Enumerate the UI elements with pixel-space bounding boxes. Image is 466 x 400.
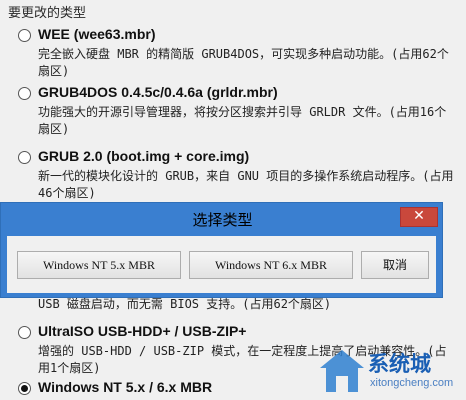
close-icon: ✕ (413, 208, 425, 224)
select-type-dialog: 选择类型 ✕ Windows NT 5.x MBR Windows NT 6.x… (0, 202, 443, 298)
nt6-mbr-button[interactable]: Windows NT 6.x MBR (189, 251, 353, 279)
option-title: WEE (wee63.mbr) (38, 26, 156, 42)
cancel-button[interactable]: 取消 (361, 251, 429, 279)
close-button[interactable]: ✕ (400, 207, 438, 227)
option-desc: 功能强大的开源引导管理器，将按分区搜索并引导 GRLDR 文件。(占用16个扇区… (38, 105, 447, 136)
dialog-body: Windows NT 5.x MBR Windows NT 6.x MBR 取消 (7, 236, 436, 293)
watermark-text: 系统城 (368, 352, 431, 376)
radio-grub2[interactable] (18, 151, 31, 164)
nt5-mbr-button[interactable]: Windows NT 5.x MBR (17, 251, 181, 279)
radio-ultraiso[interactable] (18, 326, 31, 339)
option-title: Windows NT 5.x / 6.x MBR (38, 379, 213, 395)
option-title: GRUB 2.0 (boot.img + core.img) (38, 148, 250, 164)
option-desc: 完全嵌入硬盘 MBR 的精简版 GRUB4DOS，可实现多种启动功能。(占用62… (38, 47, 449, 78)
radio-grub4dos[interactable] (18, 87, 31, 100)
house-logo-icon (320, 350, 364, 392)
partial-description: USB 磁盘启动，而无需 BIOS 支持。(占用62个扇区) (38, 297, 332, 311)
dialog-title: 选择类型 (192, 211, 253, 229)
watermark-url: xitongcheng.com (370, 377, 454, 389)
option-desc: 新一代的模块化设计的 GRUB，来自 GNU 项目的多操作系统启动程序。(占用4… (38, 169, 454, 200)
section-title: 要更改的类型 (8, 6, 87, 21)
radio-windows-nt[interactable] (18, 382, 31, 395)
mbr-type-panel: 要更改的类型 WEE (wee63.mbr) 完全嵌入硬盘 MBR 的精简版 G… (0, 0, 466, 400)
radio-wee[interactable] (18, 29, 31, 42)
option-title: UltraISO USB-HDD+ / USB-ZIP+ (38, 323, 247, 339)
watermark: 系统城 xitongcheng.com (316, 344, 466, 400)
option-title: GRUB4DOS 0.4.5c/0.4.6a (grldr.mbr) (38, 84, 278, 100)
